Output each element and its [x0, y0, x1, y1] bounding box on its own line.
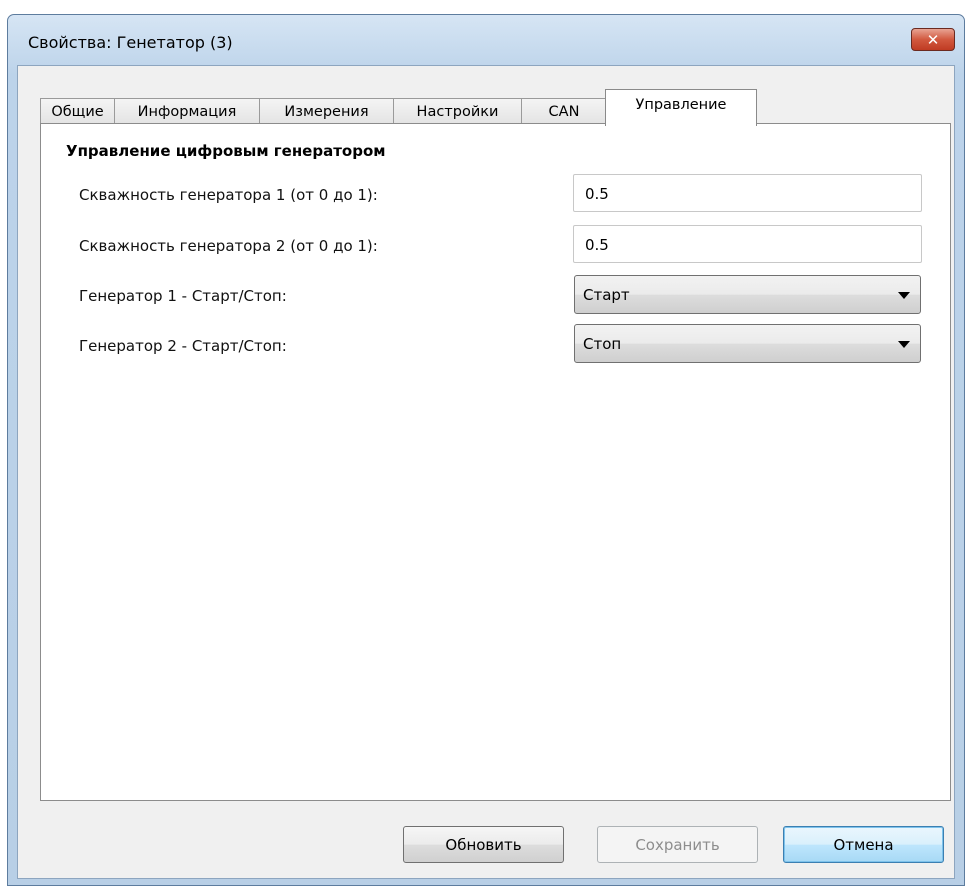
- tab-settings[interactable]: Настройки: [393, 98, 522, 125]
- selected-value: Стоп: [583, 335, 622, 353]
- tab-label: Управление: [635, 97, 727, 113]
- tab-label: Общие: [51, 104, 104, 120]
- tab-label: Информация: [137, 104, 237, 120]
- close-icon: ✕: [926, 30, 940, 49]
- tab-info[interactable]: Информация: [114, 98, 260, 125]
- refresh-button[interactable]: Обновить: [403, 826, 564, 863]
- duty-cycle-1-input[interactable]: 0.5: [573, 174, 922, 212]
- generator-2-start-stop-select[interactable]: Стоп: [574, 324, 921, 363]
- duty-cycle-2-label: Скважность генератора 2 (от 0 до 1):: [79, 237, 378, 255]
- duty-cycle-2-input[interactable]: 0.5: [573, 225, 922, 263]
- chevron-down-icon: [898, 341, 910, 348]
- tab-can[interactable]: CAN: [521, 98, 607, 125]
- duty-cycle-1-label: Скважность генератора 1 (от 0 до 1):: [79, 186, 378, 204]
- save-button[interactable]: Сохранить: [597, 826, 758, 863]
- generator-2-start-stop-label: Генератор 2 - Старт/Стоп:: [79, 337, 287, 355]
- tab-general[interactable]: Общие: [40, 98, 115, 125]
- close-button[interactable]: ✕: [911, 28, 955, 51]
- properties-dialog: Свойства: Генетатор (3) ✕ Общие Информац…: [7, 14, 965, 886]
- tab-measurements[interactable]: Измерения: [259, 98, 394, 125]
- title-bar[interactable]: Свойства: Генетатор (3) ✕: [8, 15, 964, 65]
- tab-label: Настройки: [416, 104, 499, 120]
- generator-1-start-stop-label: Генератор 1 - Старт/Стоп:: [79, 287, 287, 305]
- dialog-body: Общие Информация Измерения Настройки CAN…: [17, 65, 955, 879]
- tab-label: CAN: [548, 104, 580, 120]
- tab-panel-control: Управление цифровым генератором Скважнос…: [40, 123, 951, 801]
- tab-label: Измерения: [284, 104, 369, 120]
- chevron-down-icon: [898, 292, 910, 299]
- selected-value: Старт: [583, 286, 630, 304]
- cancel-button[interactable]: Отмена: [783, 826, 944, 863]
- section-title: Управление цифровым генератором: [66, 142, 386, 160]
- tab-strip: Общие Информация Измерения Настройки CAN…: [40, 89, 900, 126]
- tab-control[interactable]: Управление: [605, 89, 757, 126]
- window-title: Свойства: Генетатор (3): [28, 33, 233, 52]
- generator-1-start-stop-select[interactable]: Старт: [574, 275, 921, 314]
